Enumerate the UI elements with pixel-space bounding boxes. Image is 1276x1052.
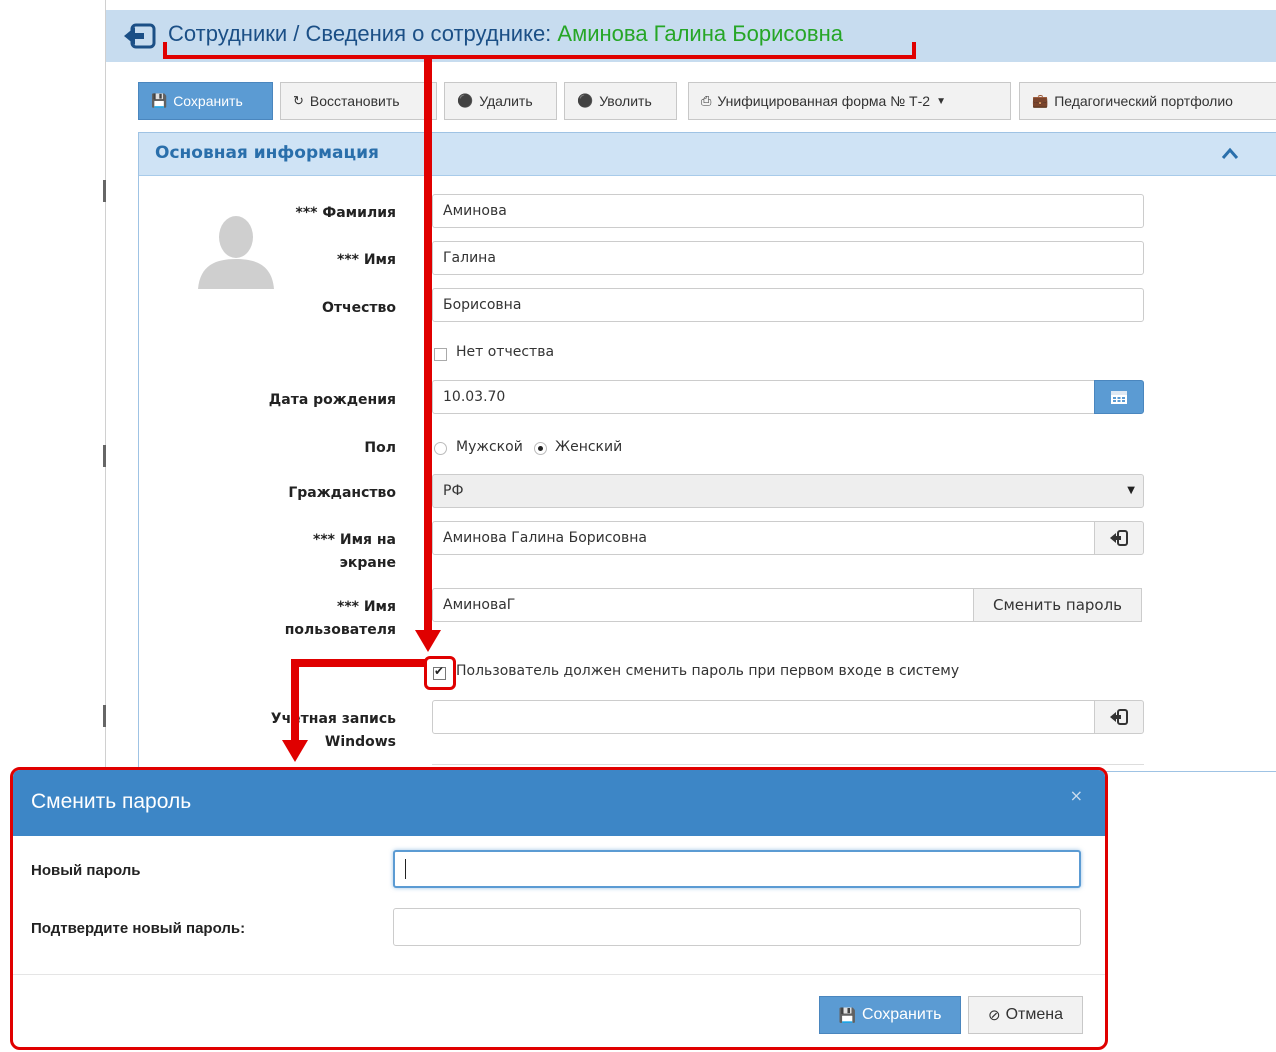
confirm-password-input[interactable] (393, 908, 1081, 946)
left-margin (0, 0, 105, 770)
annotation-arrowhead (282, 740, 308, 762)
login-icon (1110, 530, 1128, 546)
annotation-arrow-left (291, 659, 426, 667)
annotation-underline (163, 55, 916, 59)
change-password-modal: Сменить пароль × Новый пароль Подтвердит… (10, 767, 1108, 1050)
confirm-password-label: Подтвердите новый пароль: (31, 920, 246, 937)
annotation-arrow-down-2 (291, 659, 299, 747)
save-icon: 💾 (151, 93, 168, 108)
gender-male-label: Мужской (456, 439, 523, 455)
modal-save-button[interactable]: 💾 Сохранить (819, 996, 961, 1034)
user-avatar-icon (198, 216, 274, 289)
birthdate-input[interactable]: 10.03.70 (432, 380, 1096, 414)
citizenship-select[interactable]: РФ ▼ (432, 474, 1144, 508)
annotation-underline-right (912, 42, 916, 59)
login-icon (1110, 709, 1128, 725)
modal-title: Сменить пароль (31, 790, 192, 813)
username-input[interactable]: АминоваГ (432, 588, 974, 622)
chevron-up-icon[interactable] (1220, 145, 1240, 161)
save-icon: 💾 (838, 1006, 856, 1023)
text-caret (405, 859, 406, 879)
windows-login-button[interactable] (1094, 700, 1144, 734)
windows-account-input[interactable] (432, 700, 1096, 734)
caret-down-icon: ▼ (936, 95, 946, 107)
caret-down-icon: ▼ (1127, 485, 1135, 496)
modal-header: Сменить пароль × (13, 770, 1105, 836)
save-button[interactable]: 💾 Сохранить (138, 82, 273, 120)
page-title: Сотрудники / Сведения о сотруднике: Амин… (168, 21, 843, 47)
form-t2-dropdown[interactable]: ⎙ Унифицированная форма № Т-2 ▼ (688, 82, 1011, 120)
dismiss-button[interactable]: ⚫ Уволить (564, 82, 677, 120)
breadcrumb: Сотрудники / Сведения о сотруднике: (168, 21, 558, 46)
display-name-input[interactable]: Аминова Галина Борисовна (432, 521, 1096, 555)
printer-icon: ⎙ (701, 93, 712, 108)
divider (432, 764, 1144, 765)
generate-display-name-button[interactable] (1094, 521, 1144, 555)
patronymic-label: Отчество (321, 300, 396, 316)
name-input[interactable]: Галина (432, 241, 1144, 275)
back-icon[interactable] (122, 22, 158, 50)
surname-label: *** Фамилия (295, 205, 396, 221)
calendar-icon (1111, 391, 1127, 404)
no-patronymic-label: Нет отчества (456, 344, 555, 360)
change-password-button[interactable]: Сменить пароль (973, 588, 1142, 622)
no-patronymic-checkbox[interactable] (434, 348, 447, 361)
must-change-password-label: Пользователь должен сменить пароль при п… (456, 663, 960, 679)
annotation-underline-left (163, 42, 167, 59)
name-label: *** Имя (337, 252, 396, 268)
birthdate-label: Дата рождения (268, 392, 396, 408)
patronymic-input[interactable]: Борисовна (432, 288, 1144, 322)
gender-female-radio[interactable] (534, 442, 547, 455)
surname-input[interactable]: Аминова (432, 194, 1144, 228)
close-icon[interactable]: × (1070, 786, 1083, 805)
gender-male-radio[interactable] (434, 442, 447, 455)
citizenship-value: РФ (443, 483, 464, 499)
ban-icon: ⊘ (988, 1007, 1001, 1024)
new-password-label: Новый пароль (31, 862, 141, 879)
portfolio-button[interactable]: 💼 Педагогический портфолио (1019, 82, 1276, 120)
page-border (105, 0, 106, 770)
annotation-arrow-down (424, 57, 432, 640)
citizenship-label: Гражданство (288, 485, 396, 501)
minus-circle-icon: ⚫ (457, 93, 474, 108)
new-password-input[interactable] (393, 850, 1081, 888)
modal-cancel-button[interactable]: ⊘ Отмена (968, 996, 1083, 1034)
gender-label: Пол (364, 440, 396, 456)
gender-female-label: Женский (555, 439, 623, 455)
calendar-button[interactable] (1094, 380, 1144, 414)
username-label: *** Имя пользователя (284, 599, 396, 638)
minus-circle-icon: ⚫ (577, 93, 594, 108)
delete-button[interactable]: ⚫ Удалить (444, 82, 557, 120)
employee-name: Аминова Галина Борисовна (557, 21, 843, 46)
panel-header[interactable]: Основная информация (139, 133, 1276, 176)
briefcase-icon: 💼 (1032, 93, 1049, 108)
display-name-label: *** Имя на экране (313, 532, 396, 571)
annotation-checkbox-highlight (424, 656, 456, 690)
annotation-arrowhead (415, 630, 441, 652)
panel-title: Основная информация (155, 143, 379, 163)
restore-button[interactable]: ↻ Восстановить (280, 82, 437, 120)
refresh-icon: ↻ (293, 93, 304, 108)
modal-footer-divider (13, 974, 1105, 975)
